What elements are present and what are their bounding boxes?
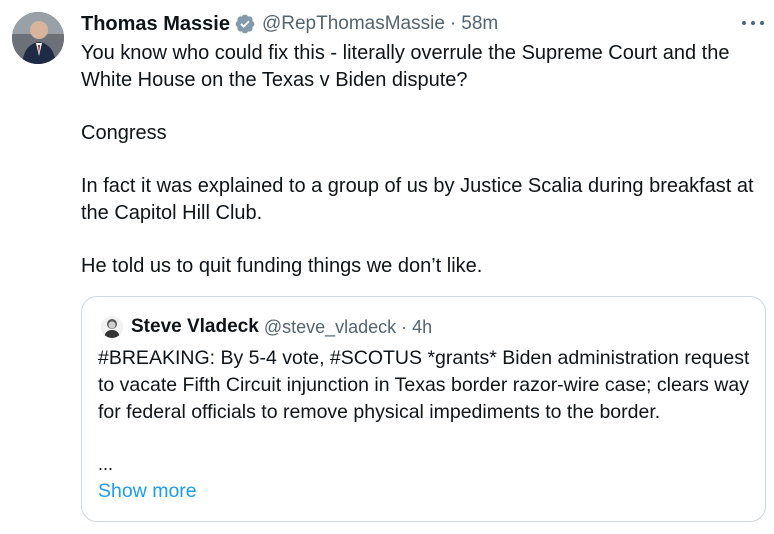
verified-badge-icon[interactable] [234, 13, 256, 35]
separator-dot: · [401, 316, 408, 337]
quoted-author-avatar[interactable] [101, 316, 123, 338]
dot [760, 21, 764, 25]
author-name[interactable]: Thomas Massie [81, 13, 230, 36]
more-options-icon[interactable] [742, 12, 764, 34]
quoted-author-name[interactable]: Steve Vladeck [131, 316, 259, 338]
show-more-link[interactable]: Show more [98, 480, 197, 503]
dot [742, 21, 746, 25]
author-handle[interactable]: @RepThomasMassie [262, 13, 445, 35]
quoted-tweet-card[interactable]: Steve Vladeck @steve_vladeck · 4h #BREAK… [81, 296, 766, 522]
quoted-ellipsis: ... [98, 454, 114, 474]
quoted-author-photo [101, 316, 123, 338]
separator-dot: · [449, 13, 457, 34]
tweet-timestamp[interactable]: 58m [461, 13, 498, 35]
quoted-tweet-header: Steve Vladeck @steve_vladeck · 4h [101, 314, 432, 340]
tweet-header: Thomas Massie @RepThomasMassie · 58m [81, 10, 498, 38]
quoted-author-handle[interactable]: @steve_vladeck [264, 317, 396, 338]
tweet-paragraph: Congress [81, 122, 167, 144]
author-avatar[interactable] [12, 12, 64, 64]
dot [751, 21, 755, 25]
quoted-tweet-text: #BREAKING: By 5-4 vote, #SCOTUS *grants*… [98, 347, 750, 423]
quoted-timestamp[interactable]: 4h [412, 317, 432, 338]
tweet-text: You know who could fix this - literally … [81, 40, 761, 306]
tweet-paragraph: He told us to quit funding things we don… [81, 255, 483, 277]
author-photo [12, 12, 64, 64]
tweet-paragraph: In fact it was explained to a group of u… [81, 175, 754, 224]
tweet-paragraph: You know who could fix this - literally … [81, 42, 730, 91]
